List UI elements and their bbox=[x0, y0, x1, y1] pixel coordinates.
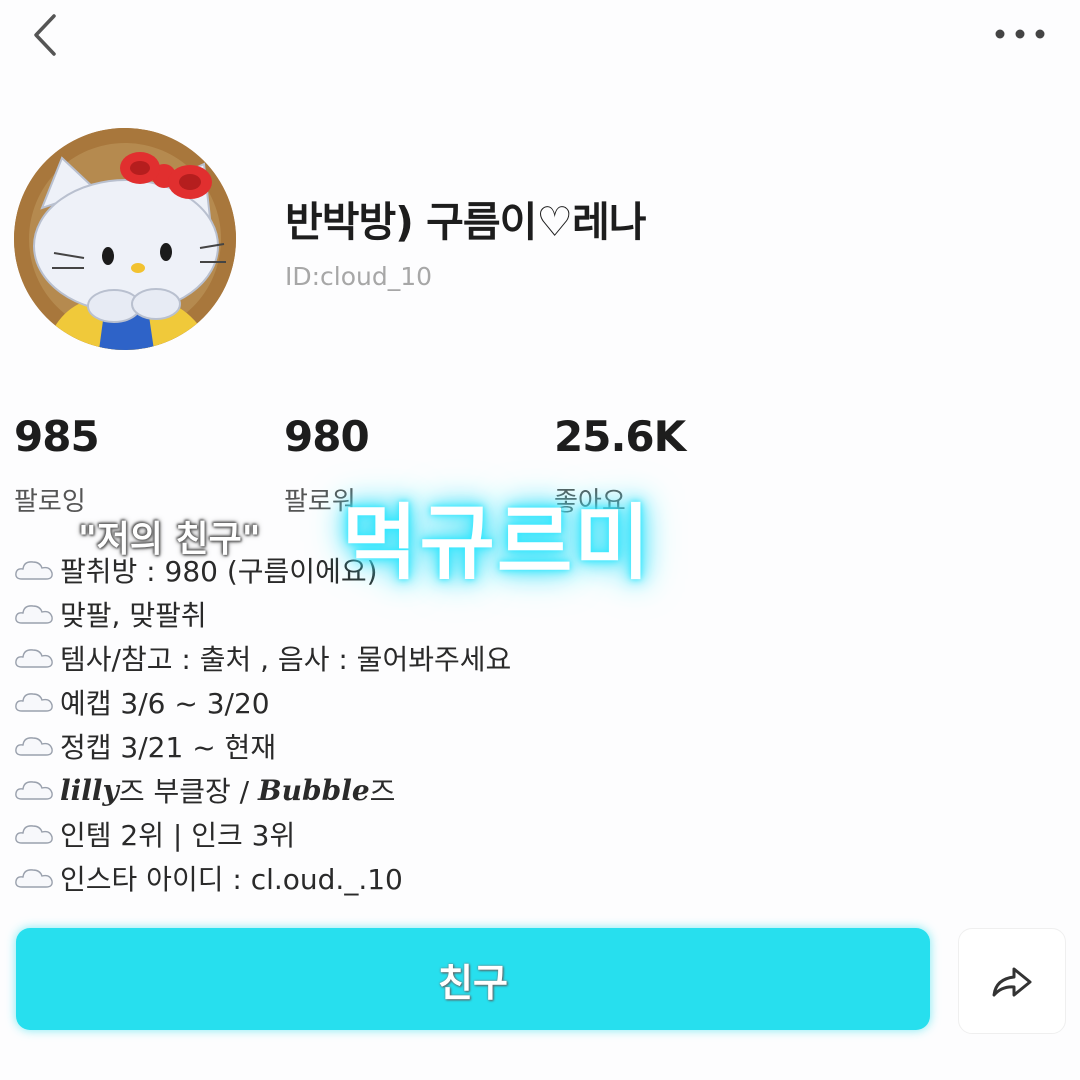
cloud-icon bbox=[15, 869, 53, 888]
cloud-icon bbox=[15, 781, 53, 800]
avatar[interactable] bbox=[14, 128, 236, 350]
profile-page: 반박방) 구름이♡레나 ID:cloud_10 985 팔로잉 980 팔로워 … bbox=[0, 0, 1080, 1080]
cloud-icon bbox=[15, 561, 53, 580]
hello-kitty-avatar bbox=[14, 128, 236, 350]
bio-text: 인스타 아이디 : cl.oud._.10 bbox=[60, 863, 403, 896]
more-horizontal-icon bbox=[995, 29, 1045, 39]
profile-bio: 팔취방 : 980 (구름이에요) 맞팔, 맞팔취 템사/참고 : 출처 , 음… bbox=[14, 548, 1014, 900]
bio-text: 맞팔, 맞팔취 bbox=[60, 599, 207, 632]
bio-script-text: lilly bbox=[60, 773, 119, 807]
followers-count: 980 bbox=[284, 412, 370, 461]
stat-following[interactable]: 985 팔로잉 bbox=[14, 412, 100, 518]
share-button[interactable] bbox=[958, 928, 1066, 1034]
chevron-left-icon bbox=[34, 14, 56, 56]
profile-nickname: 반박방) 구름이♡레나 bbox=[285, 198, 647, 246]
bio-text: 예캡 3/6 ~ 3/20 bbox=[60, 687, 270, 720]
neon-name-sticker: 먹규르미 bbox=[342, 496, 652, 591]
profile-user-id: ID:cloud_10 bbox=[285, 262, 433, 291]
bio-line: 인템 2위 | 인크 3위 bbox=[14, 812, 1014, 856]
cloud-icon bbox=[15, 825, 53, 844]
back-button[interactable] bbox=[22, 10, 70, 58]
bio-text: 정캡 3/21 ~ 현재 bbox=[60, 731, 277, 764]
friend-caption-sticker: "저의 친구" bbox=[78, 519, 261, 560]
friend-button-label: 친구 bbox=[438, 960, 508, 1005]
share-arrow-icon bbox=[992, 967, 1032, 997]
bio-line: 인스타 아이디 : cl.oud._.10 bbox=[14, 856, 1014, 900]
bio-text: 템사/참고 : 출처 , 음사 : 물어봐주세요 bbox=[60, 643, 512, 676]
cloud-icon bbox=[15, 605, 53, 624]
bio-line: 예캡 3/6 ~ 3/20 bbox=[14, 680, 1014, 724]
cloud-icon bbox=[15, 737, 53, 756]
bio-line: 템사/참고 : 출처 , 음사 : 물어봐주세요 bbox=[14, 636, 1014, 680]
bio-line: 맞팔, 맞팔취 bbox=[14, 592, 1014, 636]
bio-line: lilly 즈 부클장 / Bubble 즈 bbox=[14, 768, 1014, 812]
bio-text: 즈 부클장 / bbox=[118, 775, 259, 808]
cloud-icon bbox=[15, 649, 53, 668]
bio-script-text: Bubble bbox=[258, 773, 370, 807]
bio-line: 정캡 3/21 ~ 현재 bbox=[14, 724, 1014, 768]
friend-button[interactable]: 친구 bbox=[16, 928, 930, 1030]
more-options-button[interactable] bbox=[988, 18, 1052, 50]
bio-text: 즈 bbox=[369, 775, 396, 808]
following-count: 985 bbox=[14, 412, 100, 461]
bio-text: 인템 2위 | 인크 3위 bbox=[60, 819, 296, 852]
cloud-icon bbox=[15, 693, 53, 712]
likes-count: 25.6K bbox=[554, 412, 686, 461]
